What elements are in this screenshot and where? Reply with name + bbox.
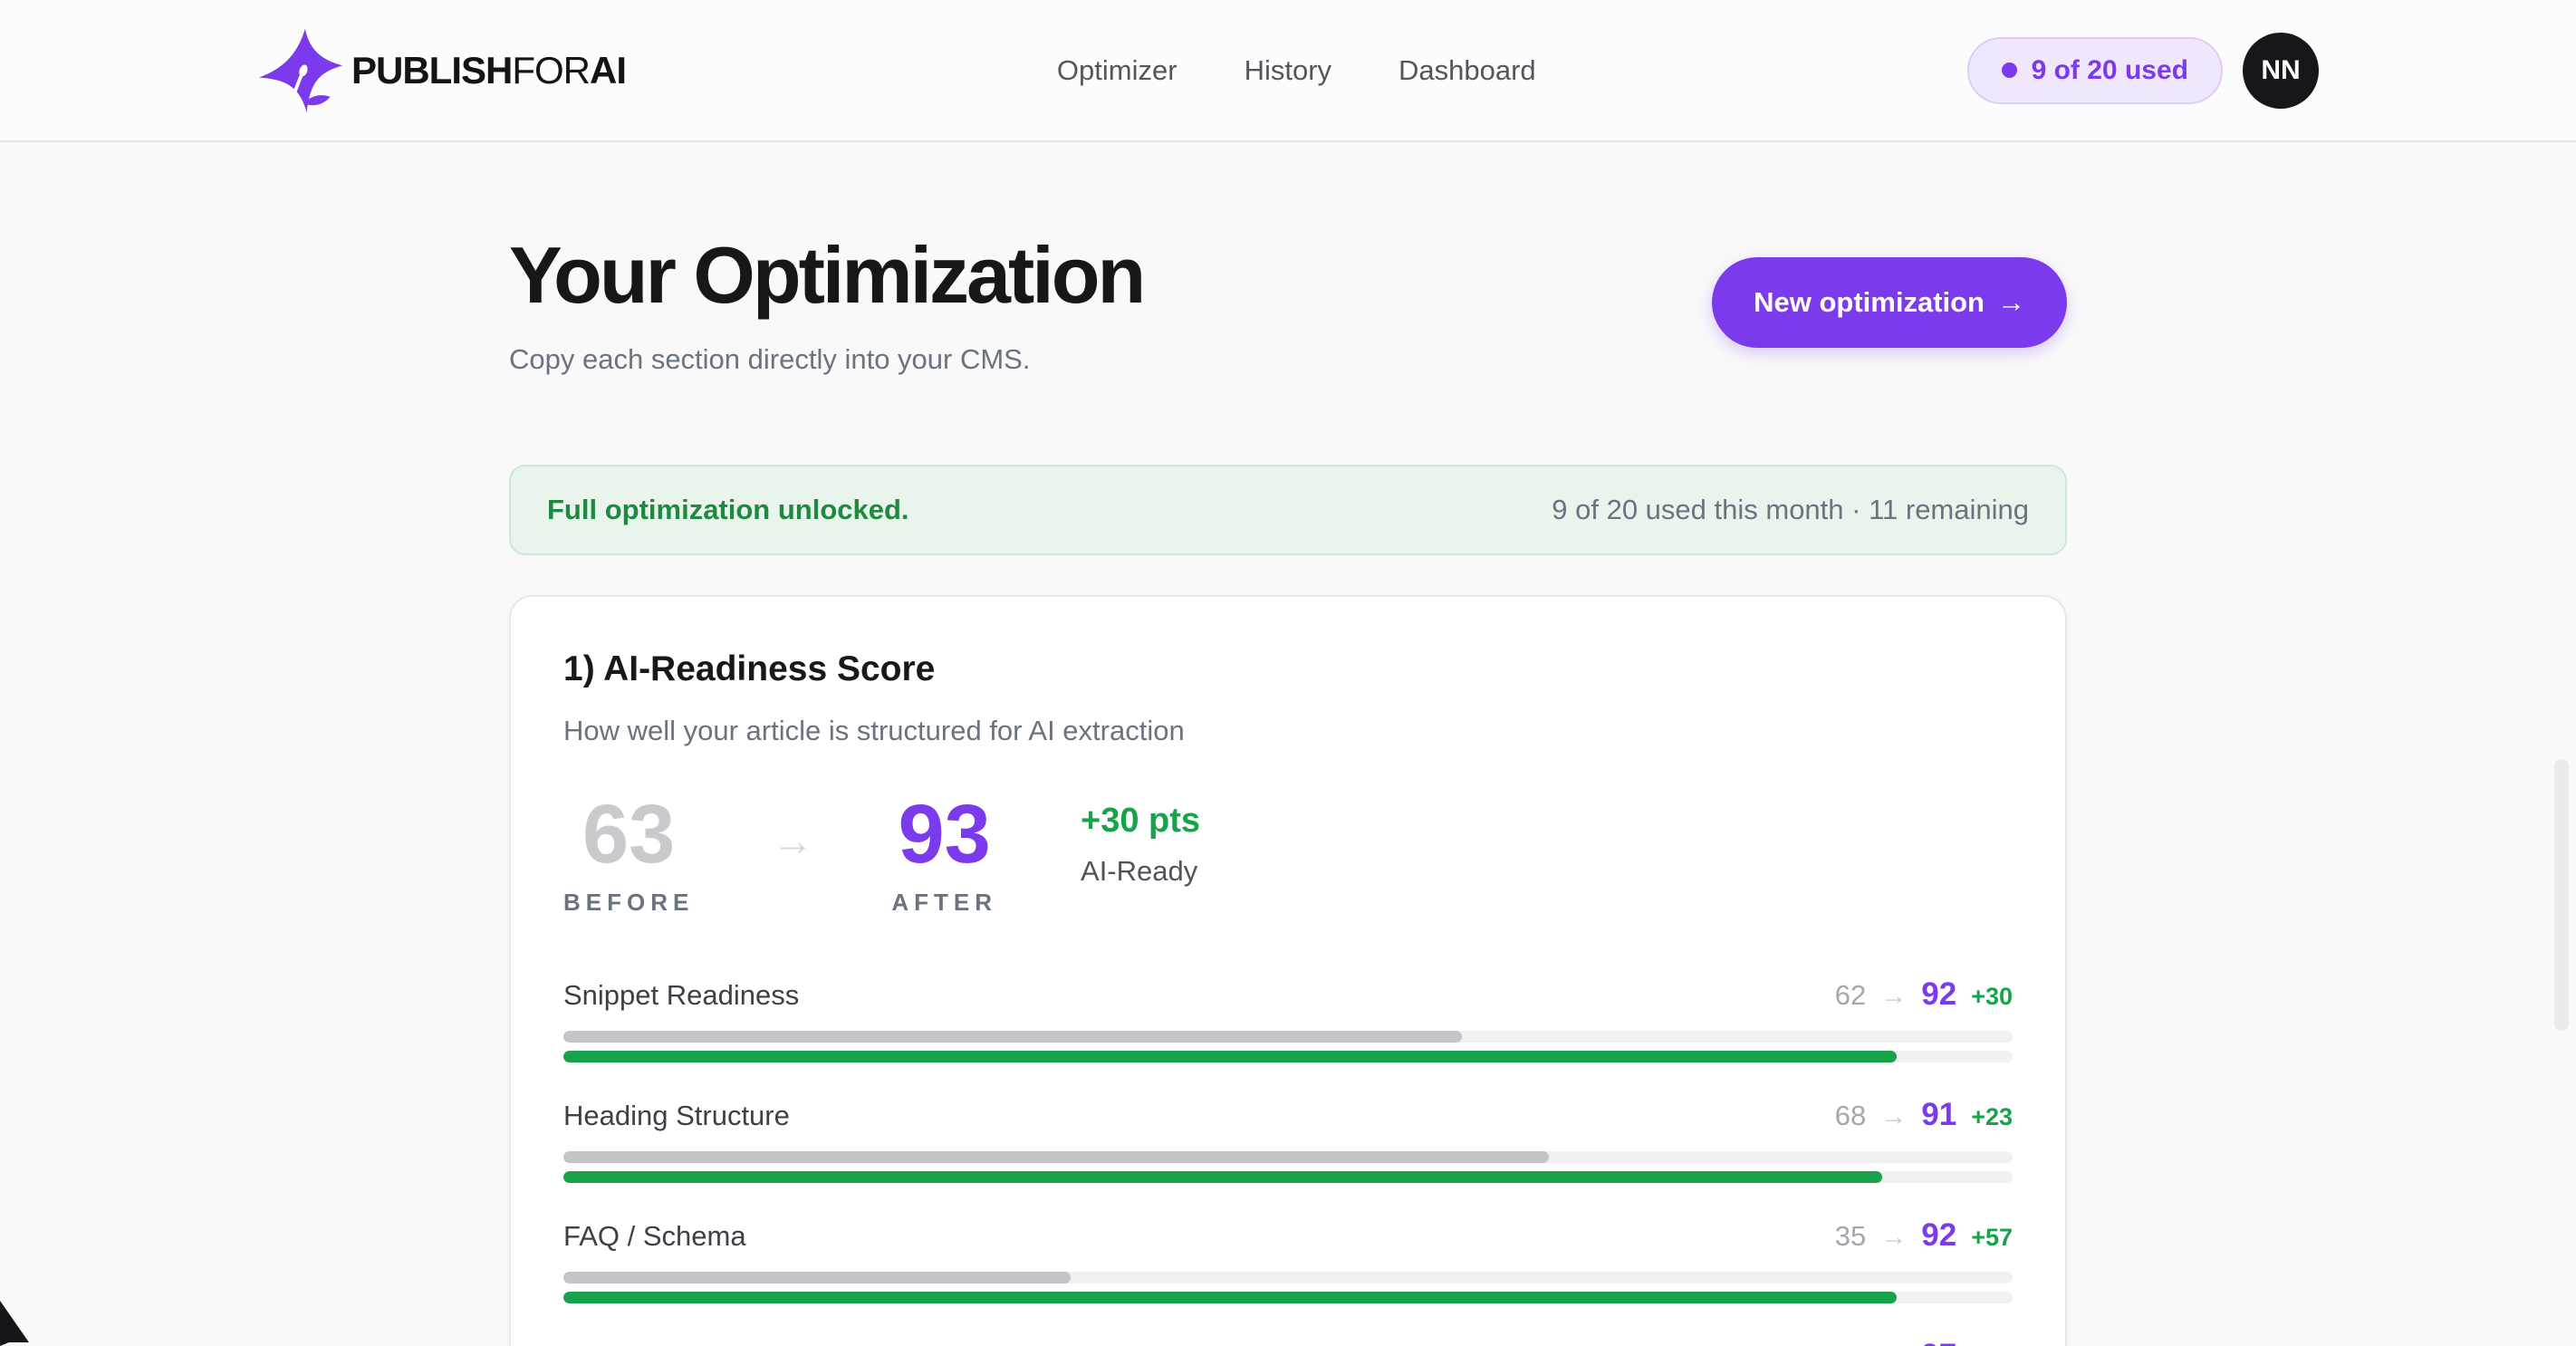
after-bar-fill: [563, 1171, 1882, 1183]
metric-delta: +57: [1971, 1224, 2013, 1252]
metric-before-value: 62: [1835, 979, 1866, 1012]
main-content: Your Optimization Copy each section dire…: [509, 229, 2067, 1346]
before-bar-fill: [563, 1031, 1462, 1043]
arrow-right-icon: →: [1880, 1223, 1907, 1253]
score-delta: +30 pts: [1081, 802, 1200, 841]
arrow-right-icon: →: [1880, 1102, 1907, 1132]
score-before: 63 BEFORE: [563, 793, 694, 917]
sparkle-pen-icon: [257, 27, 344, 114]
metric-label: Heading Structure: [563, 1100, 790, 1132]
after-bar-fill: [563, 1051, 1897, 1062]
header-right: 9 of 20 used NN: [1967, 33, 2319, 109]
after-bar: [563, 1292, 2013, 1303]
metric-row: Intent Alignment 80 → 97 +17: [563, 1338, 2013, 1346]
score-delta-block: +30 pts AI-Ready: [1081, 793, 1200, 888]
after-bar: [563, 1171, 2013, 1183]
metric-before-value: 80: [1835, 1341, 1866, 1346]
metric-after-value: 91: [1921, 1097, 1956, 1133]
score-after: 93 AFTER: [891, 793, 997, 917]
metric-delta: +23: [1971, 1103, 2013, 1131]
metric-before-value: 35: [1835, 1220, 1866, 1253]
before-bar: [563, 1151, 2013, 1163]
unlock-banner-message: Full optimization unlocked.: [547, 494, 909, 526]
score-after-value: 93: [891, 793, 997, 876]
avatar-initials: NN: [2261, 55, 2300, 86]
new-optimization-button[interactable]: New optimization →: [1712, 257, 2067, 348]
unlock-banner-usage: 9 of 20 used this month · 11 remaining: [1552, 494, 2029, 526]
hero-section: Your Optimization Copy each section dire…: [509, 229, 2067, 376]
usage-badge-label: 9 of 20 used: [2032, 55, 2188, 86]
new-optimization-label: New optimization: [1754, 286, 1985, 319]
arrow-right-icon: →: [1997, 286, 2025, 319]
app-header: PUBLISHFORAI Optimizer History Dashboard…: [0, 0, 2576, 142]
avatar[interactable]: NN: [2243, 33, 2319, 109]
score-delta-caption: AI-Ready: [1081, 855, 1200, 888]
after-bar: [563, 1051, 2013, 1062]
metric-row: FAQ / Schema 35 → 92 +57: [563, 1217, 2013, 1303]
metric-label: FAQ / Schema: [563, 1220, 746, 1253]
before-bar-fill: [563, 1151, 1549, 1163]
mouse-cursor: [0, 1301, 36, 1346]
after-bar-fill: [563, 1292, 1897, 1303]
brand-logo[interactable]: PUBLISHFORAI: [257, 27, 626, 114]
nav-item-dashboard[interactable]: Dashboard: [1399, 54, 1536, 87]
metric-row: Snippet Readiness 62 → 92 +30: [563, 976, 2013, 1062]
card-description: How well your article is structured for …: [563, 715, 2013, 747]
score-before-label: BEFORE: [563, 889, 694, 917]
score-after-label: AFTER: [891, 889, 997, 917]
brand-name: PUBLISHFORAI: [351, 49, 626, 92]
nav-item-optimizer[interactable]: Optimizer: [1057, 54, 1177, 87]
usage-dot-icon: [2002, 62, 2017, 78]
main-nav: Optimizer History Dashboard: [1057, 54, 1536, 87]
metrics-list: Snippet Readiness 62 → 92 +30 Heading St…: [563, 976, 2013, 1346]
ai-readiness-card: 1) AI-Readiness Score How well your arti…: [509, 595, 2067, 1346]
metric-label: Intent Alignment: [563, 1341, 764, 1346]
metric-after-value: 92: [1921, 976, 1956, 1013]
page-subtitle: Copy each section directly into your CMS…: [509, 343, 1143, 376]
usage-badge[interactable]: 9 of 20 used: [1967, 37, 2223, 104]
metric-after-value: 92: [1921, 1217, 1956, 1254]
metric-after-value: 97: [1921, 1338, 1956, 1346]
score-summary: 63 BEFORE → 93 AFTER +30 pts AI-Ready: [563, 793, 2013, 917]
unlock-banner: Full optimization unlocked. 9 of 20 used…: [509, 465, 2067, 555]
metric-delta: +30: [1971, 983, 2013, 1011]
metric-row: Heading Structure 68 → 91 +23: [563, 1097, 2013, 1183]
before-bar: [563, 1272, 2013, 1284]
before-bar-fill: [563, 1272, 1071, 1284]
score-before-value: 63: [563, 793, 694, 876]
page-title: Your Optimization: [509, 229, 1143, 322]
nav-item-history[interactable]: History: [1245, 54, 1331, 87]
metric-before-value: 68: [1835, 1100, 1866, 1132]
metric-label: Snippet Readiness: [563, 979, 799, 1012]
score-arrow-icon: →: [772, 793, 813, 865]
arrow-right-icon: →: [1880, 982, 1907, 1012]
before-bar: [563, 1031, 2013, 1043]
scrollbar[interactable]: [2554, 759, 2569, 1031]
card-title: 1) AI-Readiness Score: [563, 649, 2013, 689]
